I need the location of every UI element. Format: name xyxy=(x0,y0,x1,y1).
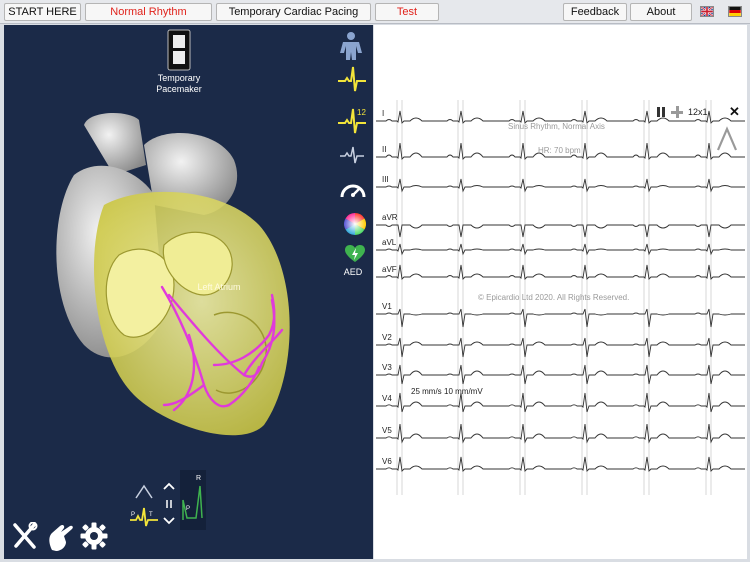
ecg-faint-icon[interactable] xyxy=(339,145,365,165)
gain-label: 10 mm/mV xyxy=(444,387,483,396)
speedometer-icon[interactable] xyxy=(339,177,367,201)
gear-icon[interactable] xyxy=(80,522,108,550)
add-lead-button[interactable] xyxy=(671,106,683,118)
lead-label-iii: III xyxy=(382,175,389,184)
ecg-12-lead-icon[interactable]: 12 xyxy=(337,105,367,135)
ecg-trace-avl xyxy=(376,243,745,256)
rate-adjust-control[interactable] xyxy=(160,480,178,528)
aed-label: AED xyxy=(343,267,363,277)
hand-icon[interactable] xyxy=(46,520,74,552)
lead-label-v5: V5 xyxy=(382,426,392,435)
ecg-trace-v1 xyxy=(376,308,745,328)
temporary-cardiac-pacing-button[interactable]: Temporary Cardiac Pacing xyxy=(216,3,371,21)
pacing-waveform-icon[interactable]: P T xyxy=(128,480,160,530)
sensing-waveform-icon[interactable]: R P xyxy=(178,470,210,530)
ecg-trace-avr xyxy=(376,224,745,238)
lead-label-avf: aVF xyxy=(382,265,397,274)
paper-speed-label: 25 mm/s xyxy=(411,387,442,396)
copyright-text: © Epicardio Ltd 2020. All Rights Reserve… xyxy=(478,293,630,302)
close-icon[interactable]: ✕ xyxy=(729,104,740,120)
ecg-trace-iii xyxy=(376,178,745,193)
ecg-trace-avf xyxy=(376,264,745,280)
aed-heart-icon[interactable] xyxy=(345,245,365,263)
lead-label-i: I xyxy=(382,109,385,118)
color-wheel-icon[interactable] xyxy=(344,213,366,235)
mini-r-label: R xyxy=(196,475,201,482)
test-button[interactable]: Test xyxy=(375,3,439,21)
heart-rate-text: HR: 70 bpm xyxy=(538,146,581,155)
lead-label-ii: II xyxy=(382,145,387,154)
uk-flag-icon[interactable] xyxy=(700,6,714,17)
mini-p-label: P xyxy=(131,512,135,518)
ecg-trace-v5 xyxy=(376,423,745,444)
body-icon[interactable] xyxy=(339,31,363,61)
rhythm-title: Sinus Rhythm, Normal Axis xyxy=(508,122,605,131)
pause-button[interactable] xyxy=(656,106,666,118)
feedback-button[interactable]: Feedback xyxy=(563,3,627,21)
lead-label-avl: aVL xyxy=(382,238,397,247)
pacemaker-device-icon[interactable] xyxy=(167,29,191,71)
lead-label-avr: aVR xyxy=(382,213,398,222)
ecg-trace-v2 xyxy=(376,337,745,358)
lead-label-v1: V1 xyxy=(382,302,392,311)
lead-label-v6: V6 xyxy=(382,457,392,466)
layout-selector[interactable]: 12x1 xyxy=(688,107,708,117)
ecg-trace-v3 xyxy=(376,364,745,385)
tools-icon[interactable] xyxy=(12,522,38,550)
ecg-single-icon[interactable] xyxy=(337,65,367,93)
ecg-trace-v6 xyxy=(376,456,745,472)
lead-label-v4: V4 xyxy=(382,394,392,403)
top-toolbar: START HERE Normal Rhythm Temporary Cardi… xyxy=(0,0,750,24)
about-button[interactable]: About xyxy=(630,3,692,21)
lead-label-v2: V2 xyxy=(382,333,392,342)
svg-text:12: 12 xyxy=(357,108,366,117)
lead-label-v3: V3 xyxy=(382,363,392,372)
heart-model-panel[interactable]: Temporary Pacemaker Left Atrium 12 AED P… xyxy=(4,25,373,559)
ecg-12-lead-chart xyxy=(376,100,745,495)
start-here-button[interactable]: START HERE xyxy=(4,3,81,21)
pacemaker-label: Temporary Pacemaker xyxy=(156,73,202,94)
mini-t-label: T xyxy=(149,512,153,518)
caliper-icon[interactable] xyxy=(715,126,739,152)
left-atrium-label: Left Atrium xyxy=(197,282,241,292)
normal-rhythm-button[interactable]: Normal Rhythm xyxy=(85,3,212,21)
mini-p2-label: P xyxy=(186,506,190,512)
germany-flag-icon[interactable] xyxy=(728,6,742,17)
ecg-panel[interactable]: 12x1 ✕ Sinus Rhythm, Normal Axis HR: 70 … xyxy=(374,25,747,559)
heart-illustration[interactable] xyxy=(44,105,304,440)
